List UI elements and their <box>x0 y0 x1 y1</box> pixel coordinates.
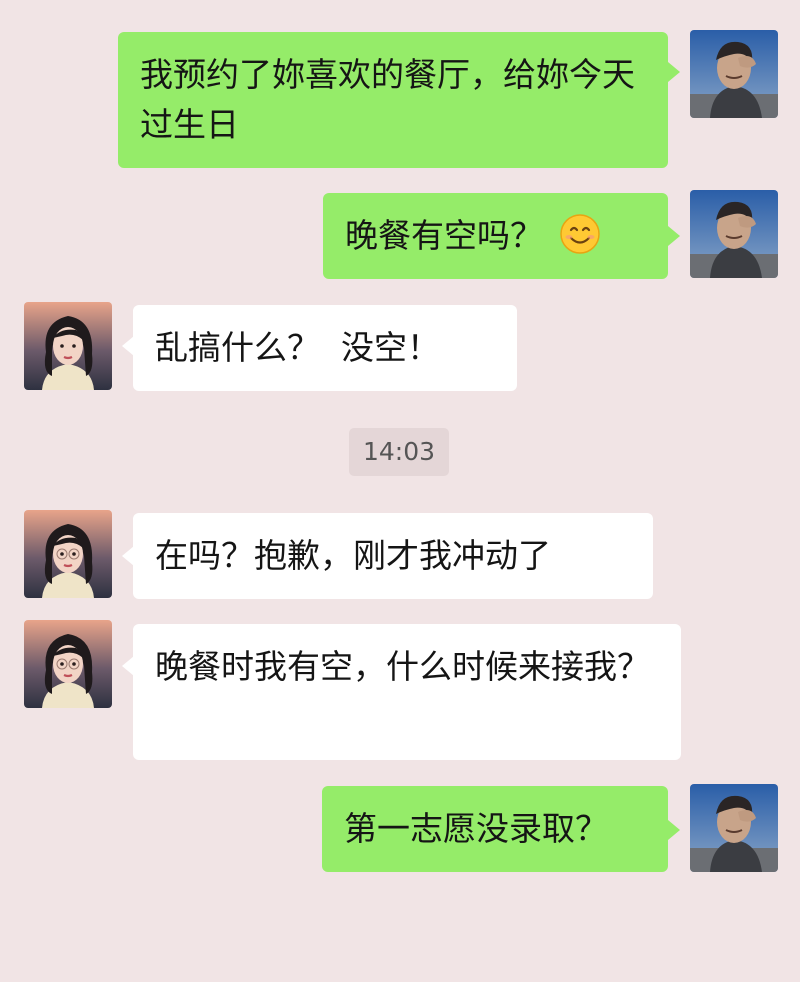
message-timestamp: 14:03 <box>349 428 449 476</box>
message-bubble-incoming[interactable]: 乱搞什么？ 没空！ <box>133 305 517 391</box>
smiling-face-icon <box>559 213 601 255</box>
avatar-sender[interactable] <box>690 30 778 118</box>
avatar-contact[interactable] <box>24 620 112 708</box>
avatar-sender[interactable] <box>690 190 778 278</box>
female-avatar-icon <box>24 620 112 708</box>
bubble-tail <box>668 62 680 82</box>
male-avatar-icon <box>690 784 778 872</box>
message-text: 乱搞什么？ 没空！ <box>155 328 440 367</box>
message-text: 晚餐时我有空，什么时候来接我？ <box>155 647 650 686</box>
avatar-contact[interactable] <box>24 510 112 598</box>
message-text: 我预约了妳喜欢的餐厅，给妳今天过生日 <box>140 55 635 144</box>
male-avatar-icon <box>690 30 778 118</box>
message-text: 在吗？抱歉，刚才我冲动了 <box>155 536 551 575</box>
message-text: 第一志愿没录取？ <box>344 809 608 848</box>
female-avatar-icon <box>24 302 112 390</box>
message-bubble-outgoing[interactable]: 第一志愿没录取？ <box>322 786 668 872</box>
male-avatar-icon <box>690 190 778 278</box>
female-avatar-icon <box>24 510 112 598</box>
avatar-contact[interactable] <box>24 302 112 390</box>
avatar-sender[interactable] <box>690 784 778 872</box>
chat-area: 我预约了妳喜欢的餐厅，给妳今天过生日 晚餐有空吗？ 乱搞什么？ 没空！ 14:0… <box>0 0 800 982</box>
bubble-tail <box>668 226 680 246</box>
message-text: 晚餐有空吗？ <box>345 216 543 255</box>
bubble-tail <box>668 820 680 840</box>
message-bubble-outgoing[interactable]: 晚餐有空吗？ <box>323 193 668 279</box>
message-bubble-incoming[interactable]: 在吗？抱歉，刚才我冲动了 <box>133 513 653 599</box>
message-bubble-incoming[interactable]: 晚餐时我有空，什么时候来接我？ <box>133 624 681 760</box>
message-bubble-outgoing[interactable]: 我预约了妳喜欢的餐厅，给妳今天过生日 <box>118 32 668 168</box>
